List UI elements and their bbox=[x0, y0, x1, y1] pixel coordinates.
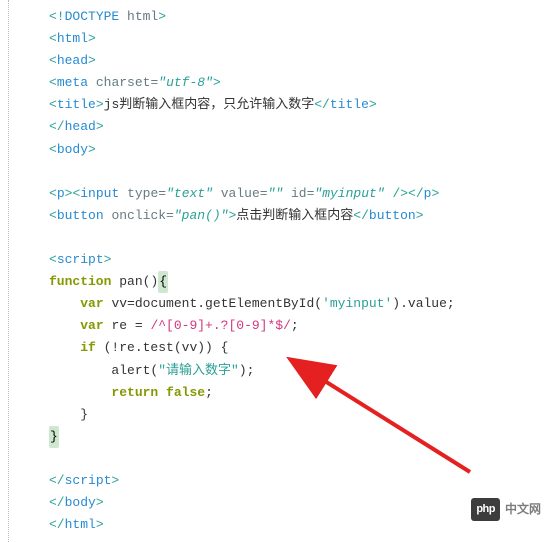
line-doctype: <!DOCTYPE html> bbox=[49, 6, 551, 28]
watermark: php 中文网 bbox=[471, 498, 541, 521]
line-fn: function pan(){ bbox=[49, 271, 551, 293]
line-title: <title>js判断输入框内容，只允许输入数字</title> bbox=[49, 94, 551, 116]
line-alert: alert("请输入数字"); bbox=[49, 360, 551, 382]
line-blank2 bbox=[49, 227, 551, 249]
line-meta: <meta charset="utf-8"> bbox=[49, 72, 551, 94]
line-head-close: </head> bbox=[49, 116, 551, 138]
watermark-text: 中文网 bbox=[505, 499, 541, 519]
line-blank3 bbox=[49, 448, 551, 470]
watermark-logo: php bbox=[471, 498, 500, 521]
line-brace1: } bbox=[49, 404, 551, 426]
line-button: <button onclick="pan()">点击判断输入框内容</butto… bbox=[49, 205, 551, 227]
line-input: <p><input type="text" value="" id="myinp… bbox=[49, 183, 551, 205]
line-script-close: </script> bbox=[49, 470, 551, 492]
line-brace2: } bbox=[49, 426, 551, 448]
line-head-open: <head> bbox=[49, 50, 551, 72]
line-vv: var vv=document.getElementById('myinput'… bbox=[49, 293, 551, 315]
line-re: var re = /^[0-9]+.?[0-9]*$/; bbox=[49, 315, 551, 337]
line-html-open: <html> bbox=[49, 28, 551, 50]
line-blank bbox=[49, 161, 551, 183]
line-if: if (!re.test(vv)) { bbox=[49, 337, 551, 359]
line-script-open: <script> bbox=[49, 249, 551, 271]
line-return: return false; bbox=[49, 382, 551, 404]
code-block: <!DOCTYPE html> <html> <head> <meta char… bbox=[8, 0, 551, 542]
line-body-open: <body> bbox=[49, 139, 551, 161]
